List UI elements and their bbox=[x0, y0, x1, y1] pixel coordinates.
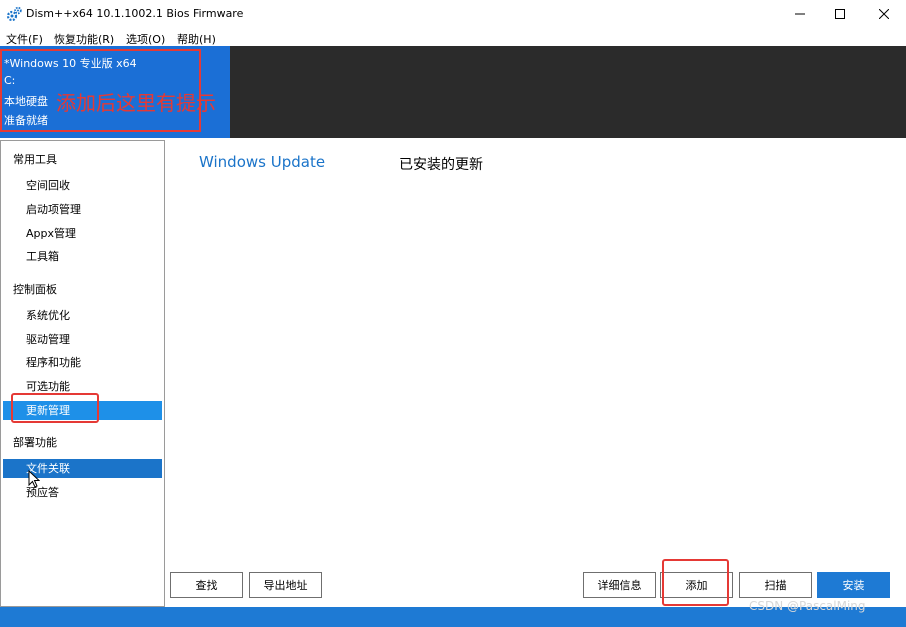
install-button[interactable]: 安装 bbox=[817, 572, 890, 598]
close-icon bbox=[879, 9, 889, 19]
title-bar: Dism++x64 10.1.1002.1 Bios Firmware bbox=[0, 0, 906, 28]
sidebar-item-label: Appx管理 bbox=[26, 227, 76, 240]
sidebar-item-label: 启动项管理 bbox=[26, 203, 81, 216]
minimize-button[interactable] bbox=[778, 0, 822, 28]
system-info-panel[interactable]: *Windows 10 专业版 x64 C: 本地硬盘 准备就绪 添加后这里有提… bbox=[0, 46, 230, 138]
sidebar-item-label: 空间回收 bbox=[26, 179, 70, 192]
cursor-icon bbox=[28, 469, 41, 491]
menu-file[interactable]: 文件(F) bbox=[6, 31, 43, 47]
scan-button[interactable]: 扫描 bbox=[739, 572, 812, 598]
sidebar-item-label: 工具箱 bbox=[26, 250, 59, 263]
menu-help[interactable]: 帮助(H) bbox=[177, 31, 216, 47]
menu-bar: 文件(F) 恢复功能(R) 选项(O) 帮助(H) bbox=[0, 28, 906, 47]
close-button[interactable] bbox=[862, 0, 906, 28]
find-button[interactable]: 查找 bbox=[170, 572, 243, 598]
maximize-icon bbox=[835, 9, 845, 19]
sidebar-item-label: 可选功能 bbox=[26, 380, 70, 393]
section-control-panel: 控制面板 bbox=[13, 283, 57, 296]
section-common-tools: 常用工具 bbox=[13, 153, 57, 166]
sidebar-item-label: 驱动管理 bbox=[26, 333, 70, 346]
sidebar-item-space-recovery[interactable]: 空间回收 bbox=[3, 176, 162, 195]
sidebar-item-programs[interactable]: 程序和功能 bbox=[3, 353, 162, 372]
section-deployment: 部署功能 bbox=[13, 436, 57, 449]
details-button[interactable]: 详细信息 bbox=[583, 572, 656, 598]
sidebar-item-file-association[interactable]: 文件关联 bbox=[3, 459, 162, 478]
annotation-text: 添加后这里有提示 bbox=[56, 91, 216, 115]
tab-installed-updates[interactable]: 已安装的更新 bbox=[399, 154, 483, 174]
annotation-box bbox=[662, 559, 729, 606]
sidebar-item-pre-answer[interactable]: 预应答 bbox=[3, 483, 162, 502]
sidebar-item-optimize[interactable]: 系统优化 bbox=[3, 306, 162, 325]
menu-options[interactable]: 选项(O) bbox=[126, 31, 165, 47]
sidebar-item-startup[interactable]: 启动项管理 bbox=[3, 200, 162, 219]
gear-icon bbox=[6, 6, 22, 22]
image-header: *Windows 10 专业版 x64 C: 本地硬盘 准备就绪 添加后这里有提… bbox=[0, 46, 906, 138]
menu-restore[interactable]: 恢复功能(R) bbox=[54, 31, 114, 47]
minimize-icon bbox=[795, 9, 805, 19]
export-address-button[interactable]: 导出地址 bbox=[249, 572, 322, 598]
sidebar-item-appx[interactable]: Appx管理 bbox=[3, 224, 162, 243]
sidebar-item-toolbox[interactable]: 工具箱 bbox=[3, 247, 162, 266]
window-title: Dism++x64 10.1.1002.1 Bios Firmware bbox=[26, 7, 244, 20]
main-panel: Windows Update 已安装的更新 bbox=[166, 140, 906, 607]
sidebar-item-label: 系统优化 bbox=[26, 309, 70, 322]
sidebar-item-drivers[interactable]: 驱动管理 bbox=[3, 330, 162, 349]
sidebar-item-label: 程序和功能 bbox=[26, 356, 81, 369]
annotation-box bbox=[11, 393, 99, 423]
maximize-button[interactable] bbox=[818, 0, 862, 28]
watermark: CSDN @PascalMing bbox=[749, 599, 866, 613]
tab-windows-update[interactable]: Windows Update bbox=[199, 153, 325, 171]
